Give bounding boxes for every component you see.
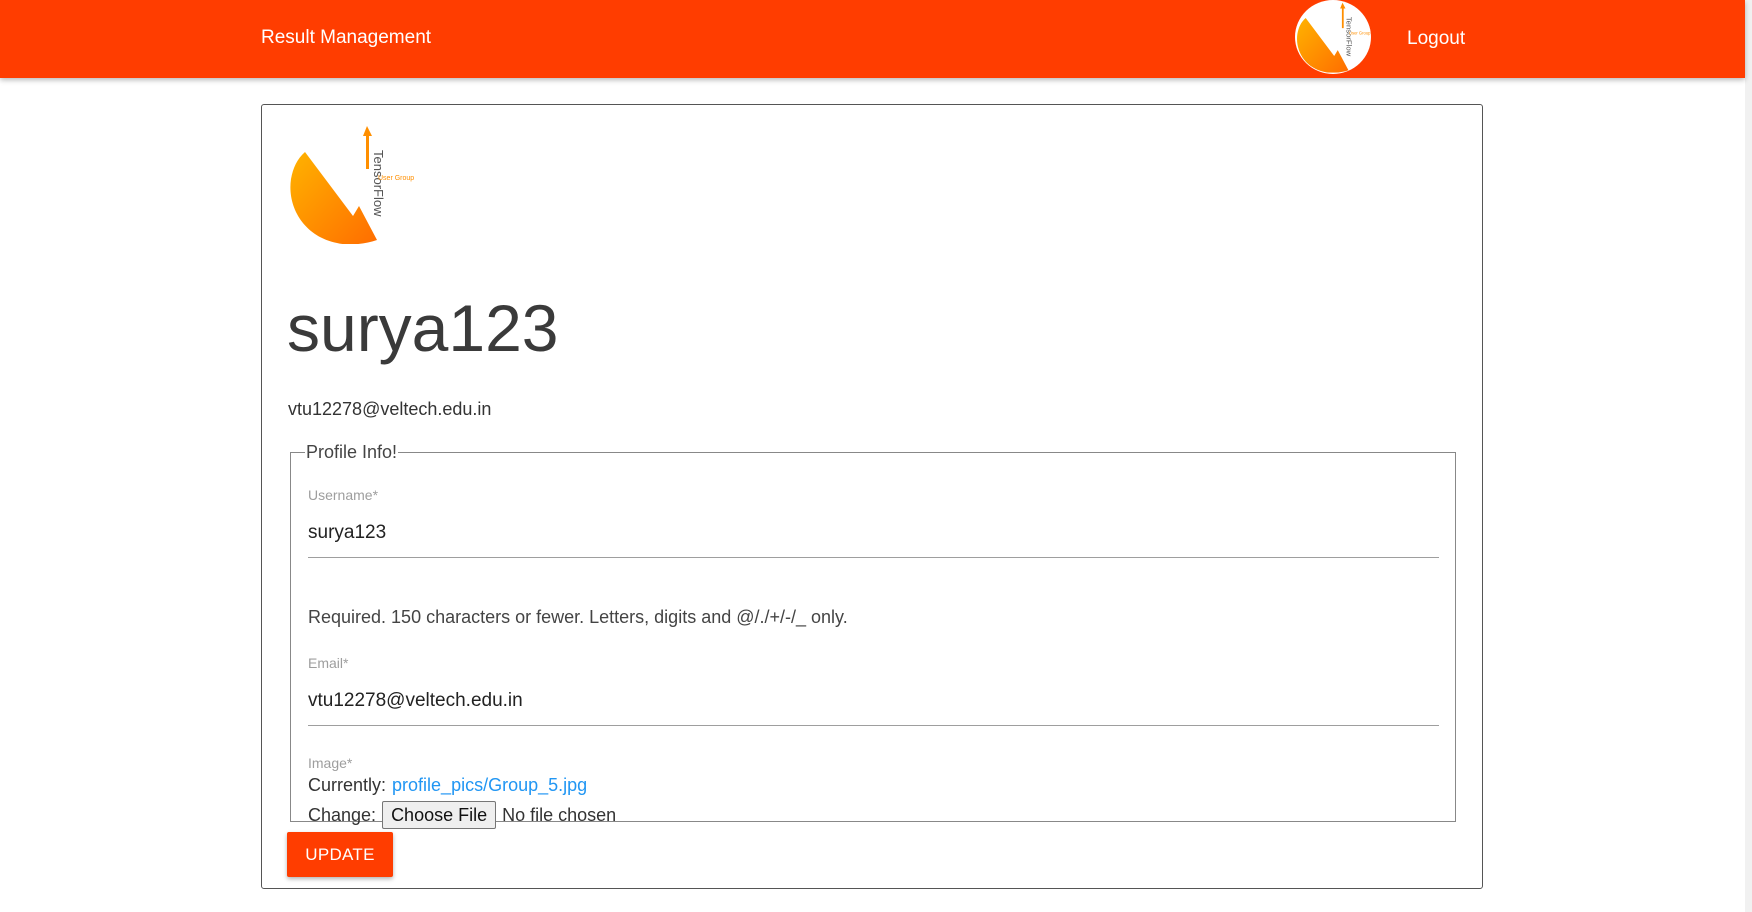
top-navbar: Result Management Logout [0, 0, 1745, 78]
logout-link[interactable]: Logout [1407, 28, 1465, 50]
image-change-row: Change: Choose File No file chosen [308, 801, 616, 829]
image-change-label: Change: [308, 804, 377, 825]
username-helptext: Required. 150 characters or fewer. Lette… [308, 607, 848, 627]
profile-email-text: vtu12278@veltech.edu.in [288, 399, 492, 419]
brand-link[interactable]: Result Management [261, 27, 431, 49]
tensorflow-logo-icon[interactable] [1295, 0, 1371, 74]
profile-info-fieldset: Profile Info! Username* Required. 150 ch… [290, 442, 1456, 829]
update-button[interactable]: UPDATE [287, 832, 393, 877]
choose-file-button[interactable]: Choose File [382, 801, 497, 829]
image-currently-label: Currently: [308, 775, 387, 795]
image-label: Image* [308, 755, 353, 771]
username-input[interactable] [308, 509, 1439, 558]
page-scrollbar[interactable] [1745, 0, 1752, 912]
image-current-row: Currently: profile_pics/Group_5.jpg [308, 775, 587, 796]
email-input[interactable] [308, 677, 1439, 726]
profile-username-heading: surya123 [287, 291, 559, 365]
profile-card: surya123 vtu12278@veltech.edu.in Profile… [261, 104, 1483, 889]
current-image-link[interactable]: profile_pics/Group_5.jpg [392, 775, 587, 796]
username-label: Username* [308, 487, 379, 503]
profile-info-legend: Profile Info! [306, 442, 398, 462]
email-label: Email* [308, 655, 349, 671]
tensorflow-logo-icon [287, 124, 415, 244]
no-file-chosen-text: No file chosen [502, 804, 617, 825]
